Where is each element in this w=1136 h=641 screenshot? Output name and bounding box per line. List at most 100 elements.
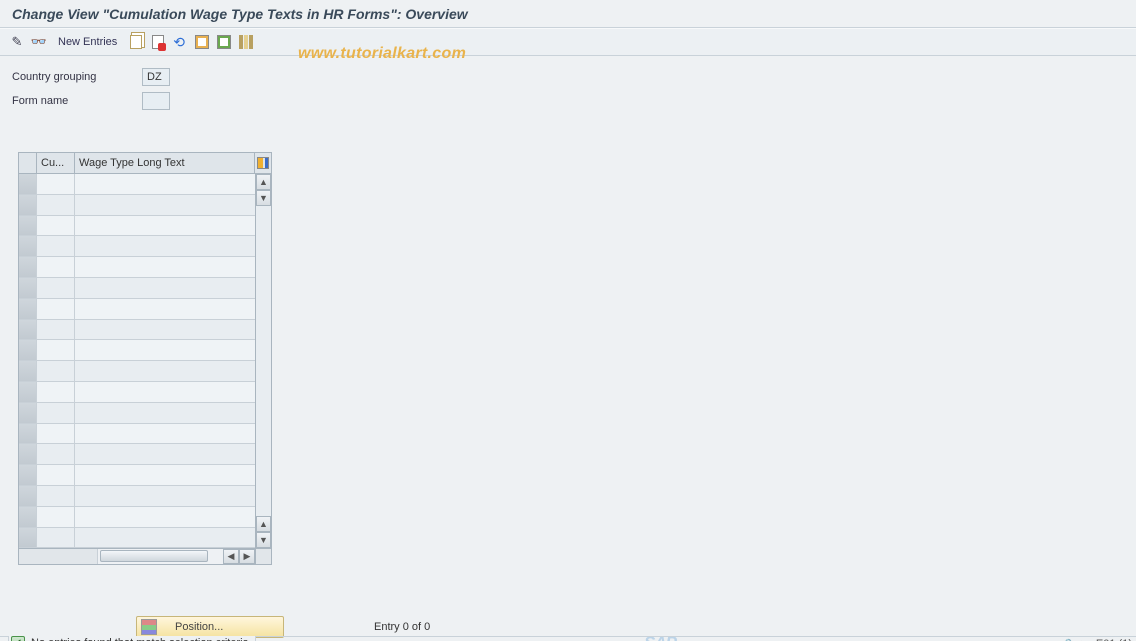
vertical-scrollbar[interactable]: ▲ ▼ ▲ ▼ [255,174,271,548]
row-selector[interactable] [19,340,37,360]
cell-long-text[interactable] [75,257,255,277]
cell-cu[interactable] [37,507,75,527]
form-name-field[interactable] [142,92,170,110]
table-row [19,507,255,528]
hscroll-left-button[interactable]: ◀ [223,549,239,564]
glasses-icon: 👓 [31,34,47,50]
select-all-button[interactable] [193,33,211,51]
cell-long-text[interactable] [75,424,255,444]
copy-button[interactable] [127,33,145,51]
row-selector[interactable] [19,174,37,194]
cell-long-text[interactable] [75,444,255,464]
cell-long-text[interactable] [75,216,255,236]
cell-cu[interactable] [37,278,75,298]
table-row [19,382,255,403]
cell-cu[interactable] [37,444,75,464]
row-selector[interactable] [19,320,37,340]
cell-long-text[interactable] [75,382,255,402]
grid-header-long-text[interactable]: Wage Type Long Text [75,153,255,173]
cell-long-text[interactable] [75,340,255,360]
hscroll-thumb[interactable] [100,550,208,562]
grid-body: ▲ ▼ ▲ ▼ [19,174,271,548]
row-selector[interactable] [19,257,37,277]
cell-cu[interactable] [37,236,75,256]
cell-cu[interactable] [37,174,75,194]
status-right: 🔒 ▷ E01 (1) [1062,637,1132,641]
fields-area: Country grouping Form name [0,56,1136,112]
row-selector[interactable] [19,216,37,236]
cell-long-text[interactable] [75,528,255,548]
cell-cu[interactable] [37,361,75,381]
row-selector[interactable] [19,528,37,548]
row-selector[interactable] [19,465,37,485]
row-selector[interactable] [19,236,37,256]
cell-cu[interactable] [37,465,75,485]
scroll-up-button[interactable]: ▲ [256,174,271,190]
cell-long-text[interactable] [75,174,255,194]
cell-long-text[interactable] [75,361,255,381]
row-selector[interactable] [19,299,37,319]
toolbar: ✎ 👓 New Entries ⟲ [0,28,1136,56]
delete-button[interactable] [149,33,167,51]
status-message: ✔ No entries found that match selection … [8,636,256,641]
table-row [19,257,255,278]
cell-cu[interactable] [37,320,75,340]
table-row [19,528,255,549]
lock-icon: 🔒 [1062,638,1076,641]
cell-long-text[interactable] [75,299,255,319]
row-selector[interactable] [19,278,37,298]
country-grouping-field[interactable] [142,68,170,86]
grid-header-cu[interactable]: Cu... [37,153,75,173]
grid-header-selector[interactable] [19,153,37,173]
table-row [19,340,255,361]
cell-cu[interactable] [37,216,75,236]
row-selector[interactable] [19,403,37,423]
cell-cu[interactable] [37,340,75,360]
cell-cu[interactable] [37,528,75,548]
cell-long-text[interactable] [75,507,255,527]
cell-cu[interactable] [37,382,75,402]
table-row [19,486,255,507]
select-block-button[interactable] [215,33,233,51]
scroll-track[interactable] [256,206,271,516]
undo-button[interactable]: ⟲ [171,33,189,51]
data-grid: Cu... Wage Type Long Text ▲ ▼ ▲ ▼ ◀ ▶ [18,152,272,565]
cell-long-text[interactable] [75,195,255,215]
scroll-down-button[interactable]: ▼ [256,532,271,548]
row-selector[interactable] [19,361,37,381]
row-selector[interactable] [19,486,37,506]
status-success-icon: ✔ [11,636,25,641]
row-selector[interactable] [19,444,37,464]
table-row [19,236,255,257]
table-row [19,424,255,445]
position-button[interactable]: Position... [136,616,284,638]
cell-cu[interactable] [37,299,75,319]
cell-long-text[interactable] [75,320,255,340]
cell-cu[interactable] [37,424,75,444]
cell-long-text[interactable] [75,465,255,485]
row-selector[interactable] [19,424,37,444]
cell-cu[interactable] [37,257,75,277]
toggle-display-change-button[interactable]: ✎ [8,33,26,51]
row-selector[interactable] [19,195,37,215]
table-settings-icon [257,157,269,169]
cell-cu[interactable] [37,195,75,215]
cell-long-text[interactable] [75,278,255,298]
scroll-down-step-button[interactable]: ▲ [256,516,271,532]
cell-cu[interactable] [37,486,75,506]
other-view-button[interactable]: 👓 [30,33,48,51]
grid-configure-button[interactable] [255,153,271,173]
cell-long-text[interactable] [75,486,255,506]
deselect-all-button[interactable] [237,33,255,51]
row-selector[interactable] [19,507,37,527]
cell-long-text[interactable] [75,236,255,256]
cell-cu[interactable] [37,403,75,423]
scroll-up-step-button[interactable]: ▼ [256,190,271,206]
row-selector[interactable] [19,382,37,402]
table-row [19,299,255,320]
hscroll-track[interactable] [97,549,223,564]
hscroll-right-button[interactable]: ▶ [239,549,255,564]
new-entries-button[interactable]: New Entries [52,33,123,51]
horizontal-scrollbar[interactable]: ◀ ▶ [19,548,271,564]
cell-long-text[interactable] [75,403,255,423]
